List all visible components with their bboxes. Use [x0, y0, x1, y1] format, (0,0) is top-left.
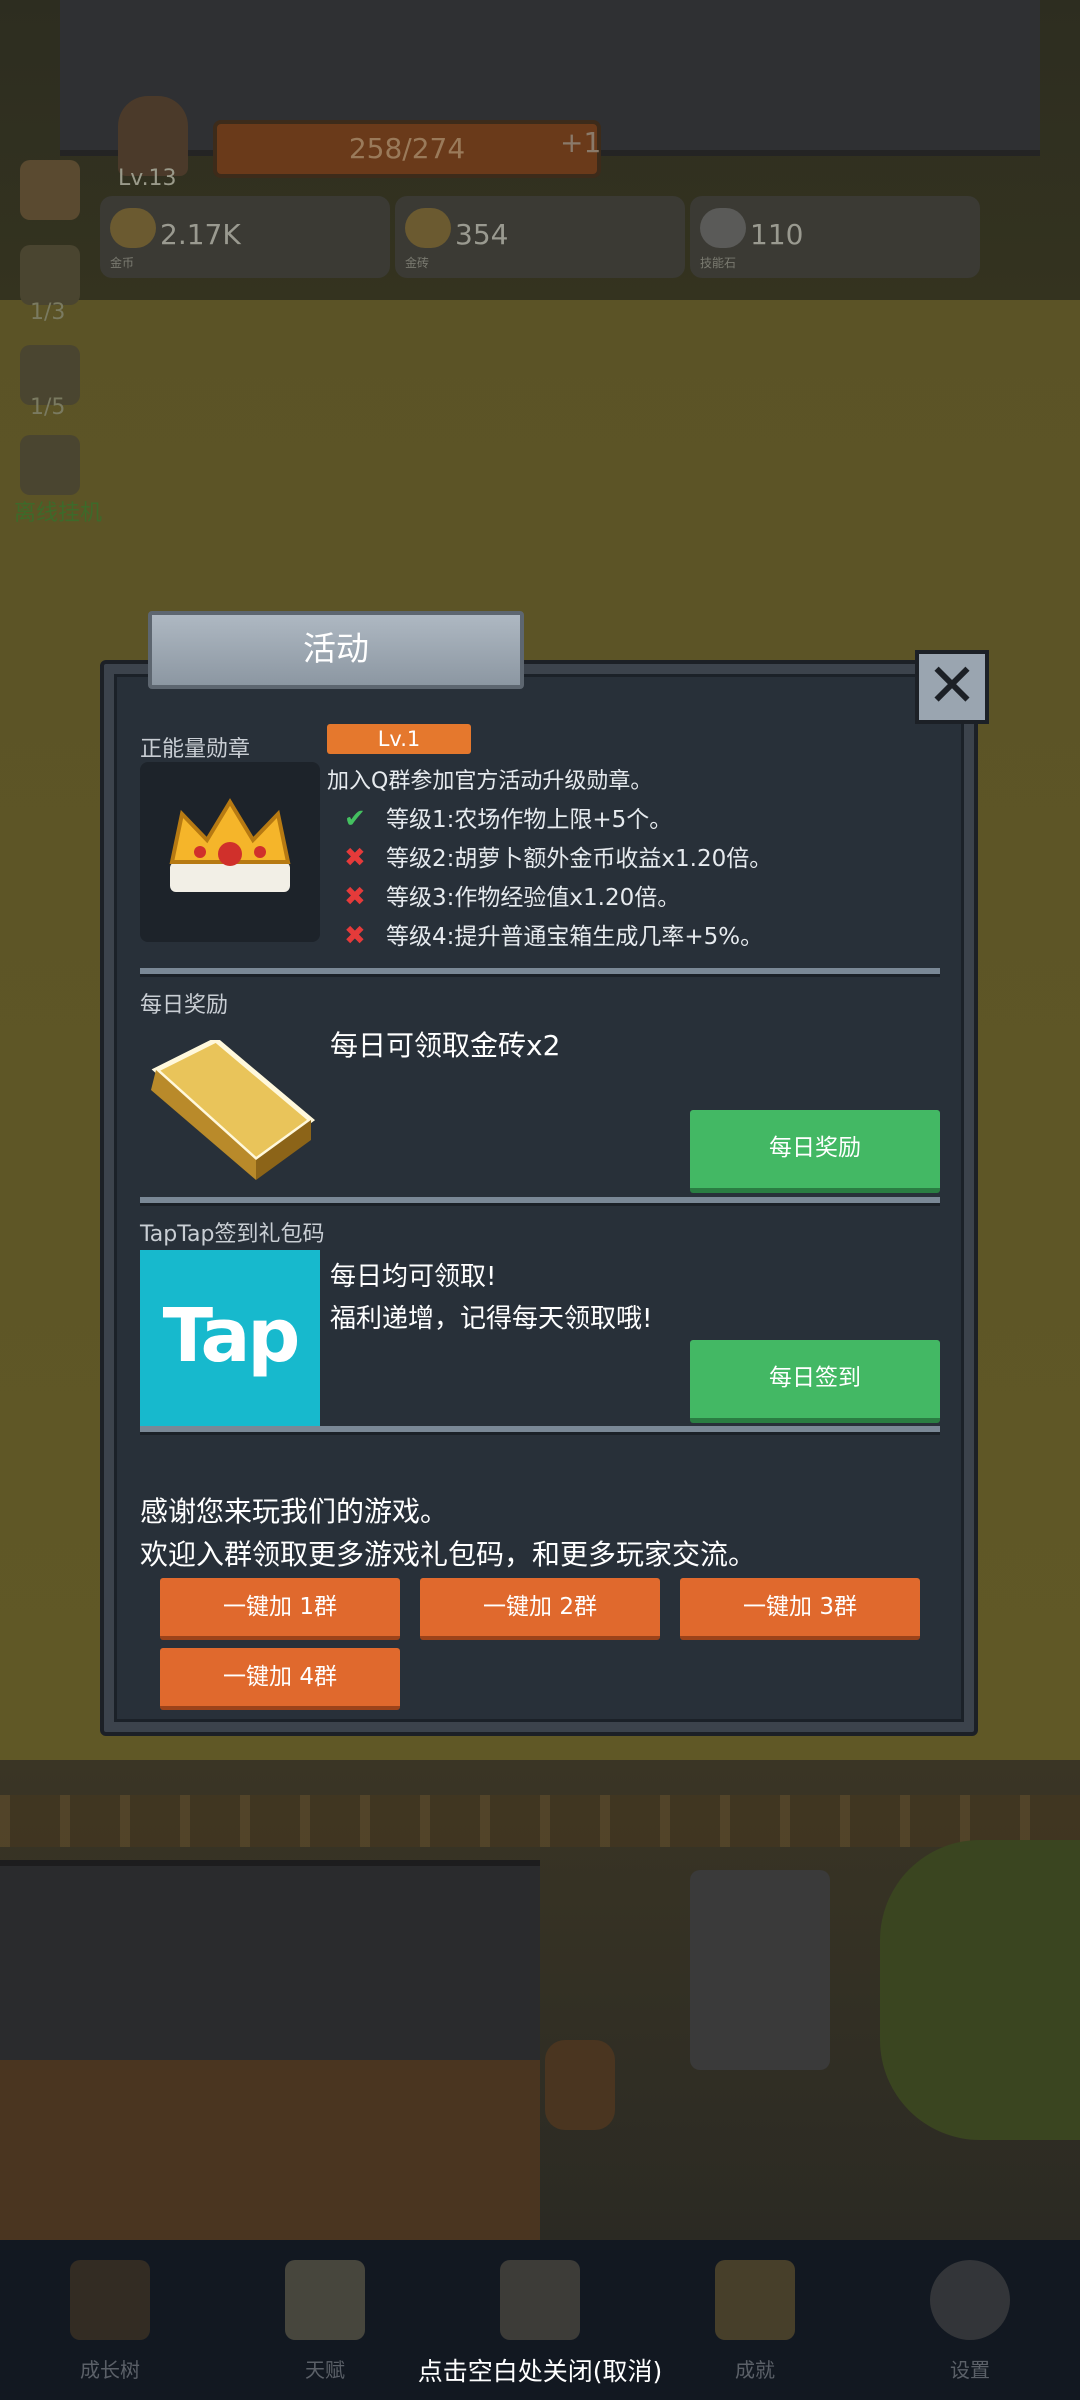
join-group-1-button[interactable]: 一键加 1群 [160, 1578, 400, 1640]
afk-label[interactable]: 离线挂机 [14, 495, 102, 527]
crown-icon [169, 798, 291, 892]
resource-brick[interactable]: 354 金砖 [395, 196, 685, 278]
taptap-label: TapTap签到礼包码 [140, 1222, 325, 1247]
cross-icon: ✖ [344, 843, 366, 873]
resource-caption: 金砖 [405, 256, 430, 270]
book-icon [70, 2260, 150, 2340]
resource-caption: 技能石 [700, 256, 737, 270]
counter: 1/3 [30, 300, 66, 325]
medal-level-line: ✔ 等级1:农场作物上限+5个。 [344, 800, 672, 834]
gold-brick-icon [151, 1040, 316, 1180]
candle-icon[interactable] [20, 245, 80, 305]
resource-gold[interactable]: 2.17K 金币 [100, 196, 390, 278]
counter: 1/5 [30, 395, 66, 420]
exp-bar: 258/274 [213, 120, 601, 178]
join-group-3-button[interactable]: 一键加 3群 [680, 1578, 920, 1640]
join-group-2-button[interactable]: 一键加 2群 [420, 1578, 660, 1640]
close-button[interactable]: ✕ [915, 650, 989, 724]
resource-stone[interactable]: 110 技能石 [690, 196, 980, 278]
player-level: Lv.13 [118, 166, 177, 191]
gold-brick-icon [405, 208, 451, 248]
daily-label: 每日奖励 [140, 993, 229, 1018]
dialog-title: 活动 [148, 611, 524, 689]
gold-coin-icon [110, 208, 156, 248]
well [690, 1870, 830, 2070]
roof [0, 1860, 540, 2066]
resource-value: 110 [750, 218, 804, 251]
level-text: 等级2:胡萝卜额外金币收益x1.20倍。 [386, 846, 773, 872]
resource-value: 354 [455, 218, 509, 251]
medal-description: 加入Q群参加官方活动升级勋章。 [327, 769, 653, 794]
cross-icon: ✖ [344, 921, 366, 951]
map-icon [500, 2260, 580, 2340]
taptap-logo: Tap [140, 1250, 320, 1428]
daily-reward-text: 每日可领取金砖x2 [330, 1029, 561, 1062]
scroll-icon [285, 2260, 365, 2340]
section-divider [140, 968, 940, 977]
thanks-text-2: 欢迎入群领取更多游戏礼包码，和更多玩家交流。 [140, 1538, 757, 1571]
check-icon: ✔ [344, 804, 366, 834]
taptap-text-2: 福利递增，记得每天领取哦! [330, 1304, 653, 1334]
resource-caption: 金币 [110, 256, 135, 270]
house [0, 2060, 540, 2240]
join-group-4-button[interactable]: 一键加 4群 [160, 1648, 400, 1710]
level-text: 等级1:农场作物上限+5个。 [386, 807, 673, 833]
barrel [545, 2040, 615, 2130]
tree [880, 1840, 1080, 2140]
section-divider [140, 1426, 940, 1435]
section-divider [140, 1197, 940, 1206]
medal-image [140, 762, 320, 942]
medal-level-line: ✖ 等级4:提升普通宝箱生成几率+5%。 [344, 917, 763, 951]
fence [0, 1795, 1080, 1847]
exp-plus: +1 [560, 126, 602, 159]
medal-level-line: ✖ 等级3:作物经验值x1.20倍。 [344, 878, 680, 912]
thanks-text-1: 感谢您来玩我们的游戏。 [140, 1495, 449, 1528]
daily-reward-button[interactable]: 每日奖励 [690, 1110, 940, 1193]
crown-icon[interactable] [20, 160, 80, 220]
level-text: 等级3:作物经验值x1.20倍。 [386, 885, 681, 911]
medal-level-line: ✖ 等级2:胡萝卜额外金币收益x1.20倍。 [344, 839, 772, 873]
resource-value: 2.17K [160, 218, 241, 251]
medal-label: 正能量勋章 [140, 737, 251, 762]
avatar[interactable] [118, 96, 188, 176]
level-text: 等级4:提升普通宝箱生成几率+5%。 [386, 924, 764, 950]
close-icon: ✕ [926, 651, 978, 721]
close-hint[interactable]: 点击空白处关闭(取消) [0, 2352, 1080, 2388]
cross-icon: ✖ [344, 882, 366, 912]
taptap-text-1: 每日均可领取! [330, 1262, 497, 1292]
gear-icon [930, 2260, 1010, 2340]
key-icon [715, 2260, 795, 2340]
key-icon[interactable] [20, 435, 80, 495]
daily-checkin-button[interactable]: 每日签到 [690, 1340, 940, 1423]
medal-level-badge: Lv.1 [327, 724, 471, 754]
skill-stone-icon [700, 208, 746, 248]
